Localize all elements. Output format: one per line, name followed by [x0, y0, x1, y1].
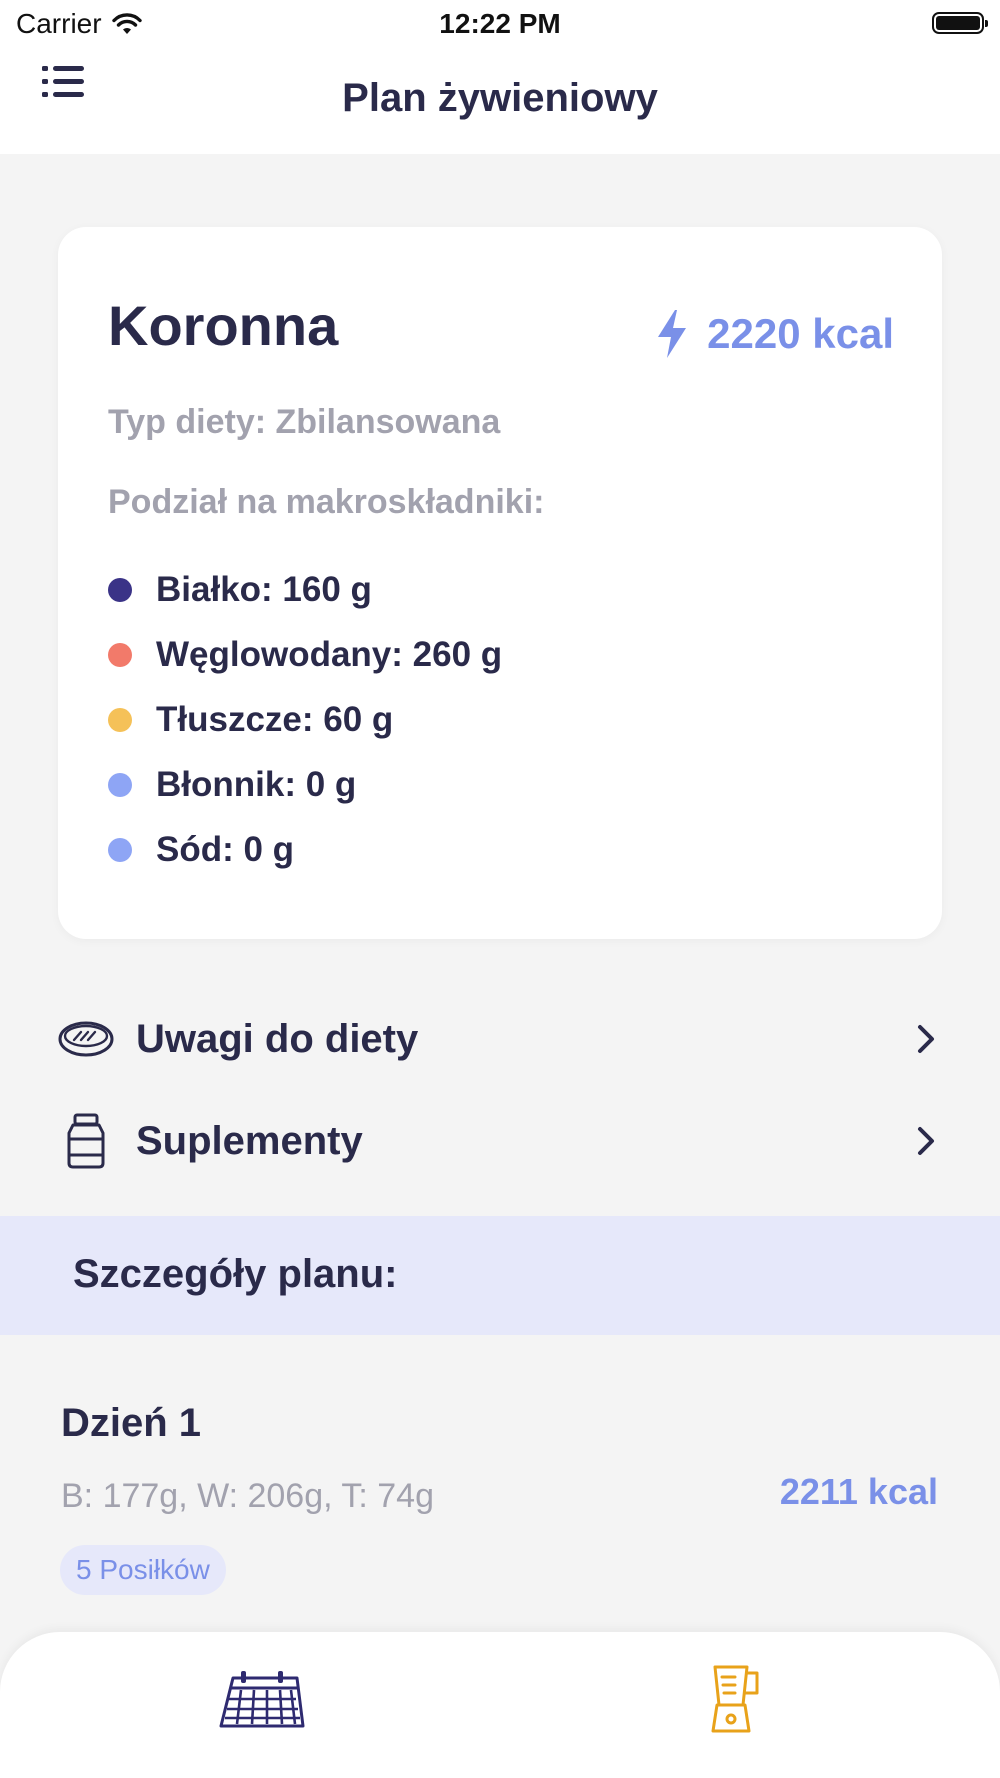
plan-kcal: 2220 kcal: [655, 309, 894, 359]
macro-label: Węglowodany: 260 g: [156, 634, 503, 674]
macro-item-fat: Tłuszcze: 60 g: [108, 687, 502, 752]
macro-label: Błonnik: 0 g: [156, 764, 357, 804]
supplement-jar-icon: [56, 1111, 116, 1171]
diet-notes-label: Uwagi do diety: [136, 1016, 419, 1061]
macro-list: Białko: 160 g Węglowodany: 260 g Tłuszcz…: [108, 557, 502, 882]
macro-dot: [108, 837, 132, 862]
supplements-label: Suplementy: [136, 1118, 363, 1163]
macro-dot: [108, 772, 132, 797]
status-bar: Carrier 12:22 PM: [0, 0, 1000, 52]
diet-type: Typ diety: Zbilansowana: [108, 403, 501, 441]
supplements-row[interactable]: Suplementy: [56, 1101, 946, 1181]
day-macros: B: 177g, W: 206g, T: 74g: [61, 1477, 435, 1515]
diet-notes-row[interactable]: Uwagi do diety: [56, 999, 946, 1079]
macro-title: Podział na makroskładniki:: [108, 483, 545, 521]
plan-name: Koronna: [108, 294, 339, 357]
day-kcal: 2211 kcal: [779, 1471, 938, 1512]
battery-icon: [932, 12, 988, 34]
diet-summary-card: Koronna 2220 kcal Typ diety: Zbilansowan…: [58, 227, 942, 939]
day-list-item[interactable]: Dzień 1 B: 177g, W: 206g, T: 74g 2211 kc…: [0, 1335, 1000, 1635]
macro-label: Tłuszcze: 60 g: [156, 699, 394, 739]
steak-icon: [56, 1009, 116, 1069]
tab-bar: [0, 1632, 1000, 1778]
macro-item-fiber: Błonnik: 0 g: [108, 752, 502, 817]
meals-count-badge: 5 Posiłków: [60, 1545, 226, 1595]
macro-label: Sód: 0 g: [156, 829, 295, 869]
calendar-icon: [219, 1671, 305, 1728]
page-title: Plan żywieniowy: [342, 76, 658, 120]
status-time: 12:22 PM: [439, 8, 561, 39]
macro-item-protein: Białko: 160 g: [108, 557, 502, 622]
chevron-right-icon: [906, 1121, 946, 1161]
chevron-right-icon: [906, 1019, 946, 1059]
nav-bar: Plan żywieniowy: [0, 52, 1000, 154]
tab-meal-plan[interactable]: [207, 1654, 317, 1744]
macro-dot: [108, 642, 132, 667]
plan-details-title: Szczegóły planu:: [73, 1252, 398, 1296]
day-title: Dzień 1: [61, 1401, 202, 1445]
blender-icon: [711, 1665, 759, 1733]
plan-details-header: Szczegóły planu:: [0, 1216, 1000, 1335]
plan-kcal-value: 2220 kcal: [707, 310, 894, 357]
lightning-icon: [658, 310, 687, 358]
macro-dot: [108, 577, 132, 602]
macro-dot: [108, 707, 132, 732]
tab-recipes[interactable]: [680, 1654, 790, 1744]
macro-item-carbs: Węglowodany: 260 g: [108, 622, 502, 687]
macro-item-sodium: Sód: 0 g: [108, 817, 502, 882]
macro-label: Białko: 160 g: [156, 569, 372, 609]
